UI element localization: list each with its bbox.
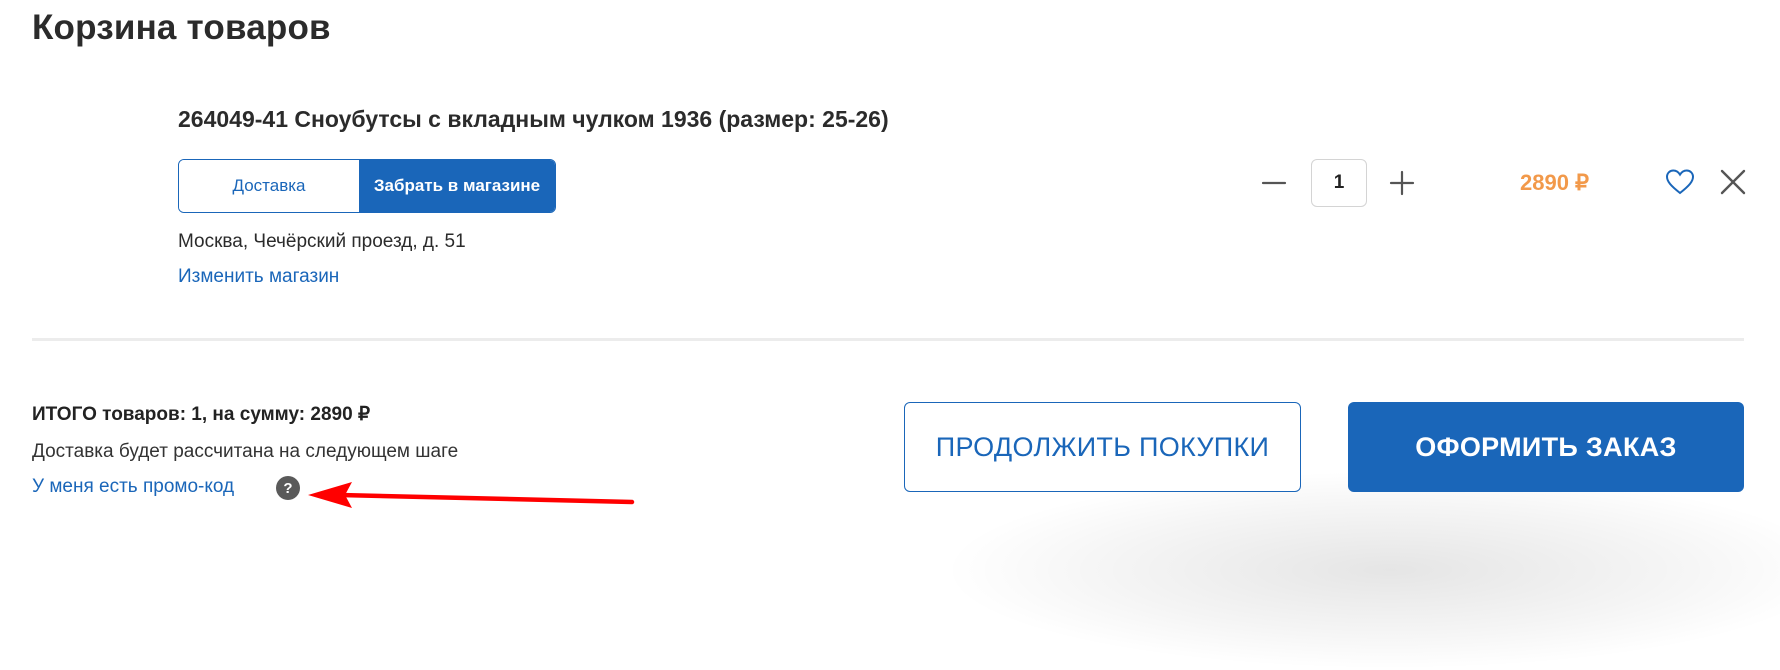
pickup-option-button[interactable]: Забрать в магазине: [359, 160, 555, 212]
close-icon[interactable]: [1719, 168, 1747, 196]
item-title: 264049-41 Сноубутсы с вкладным чулком 19…: [178, 106, 889, 132]
plus-icon: [1389, 170, 1415, 196]
delivery-method-toggle: Доставка Забрать в магазине: [178, 159, 556, 213]
delivery-note: Доставка будет рассчитана на следующем ш…: [32, 441, 459, 462]
quantity-decrease-button[interactable]: [1258, 167, 1290, 199]
summary-total: ИТОГО товаров: 1, на сумму: 2890 ₽: [32, 404, 371, 425]
minus-icon: [1261, 181, 1287, 185]
checkout-button[interactable]: ОФОРМИТЬ ЗАКАЗ: [1348, 402, 1744, 492]
change-store-link[interactable]: Изменить магазин: [178, 266, 339, 288]
promo-code-link[interactable]: У меня есть промо-код: [32, 476, 234, 498]
section-divider: [32, 338, 1744, 341]
item-price: 2890 ₽: [1520, 170, 1590, 195]
store-address: Москва, Чечёрский проезд, д. 51: [178, 231, 466, 252]
quantity-input[interactable]: [1311, 159, 1367, 207]
quantity-increase-button[interactable]: [1386, 167, 1418, 199]
red-arrow-annotation: [308, 482, 635, 508]
delivery-option-button[interactable]: Доставка: [179, 160, 359, 212]
continue-shopping-button[interactable]: ПРОДОЛЖИТЬ ПОКУПКИ: [904, 402, 1301, 492]
background-shadow: [940, 470, 1780, 670]
question-icon[interactable]: ?: [276, 476, 300, 500]
page-title: Корзина товаров: [32, 8, 331, 47]
heart-icon[interactable]: [1665, 168, 1695, 196]
